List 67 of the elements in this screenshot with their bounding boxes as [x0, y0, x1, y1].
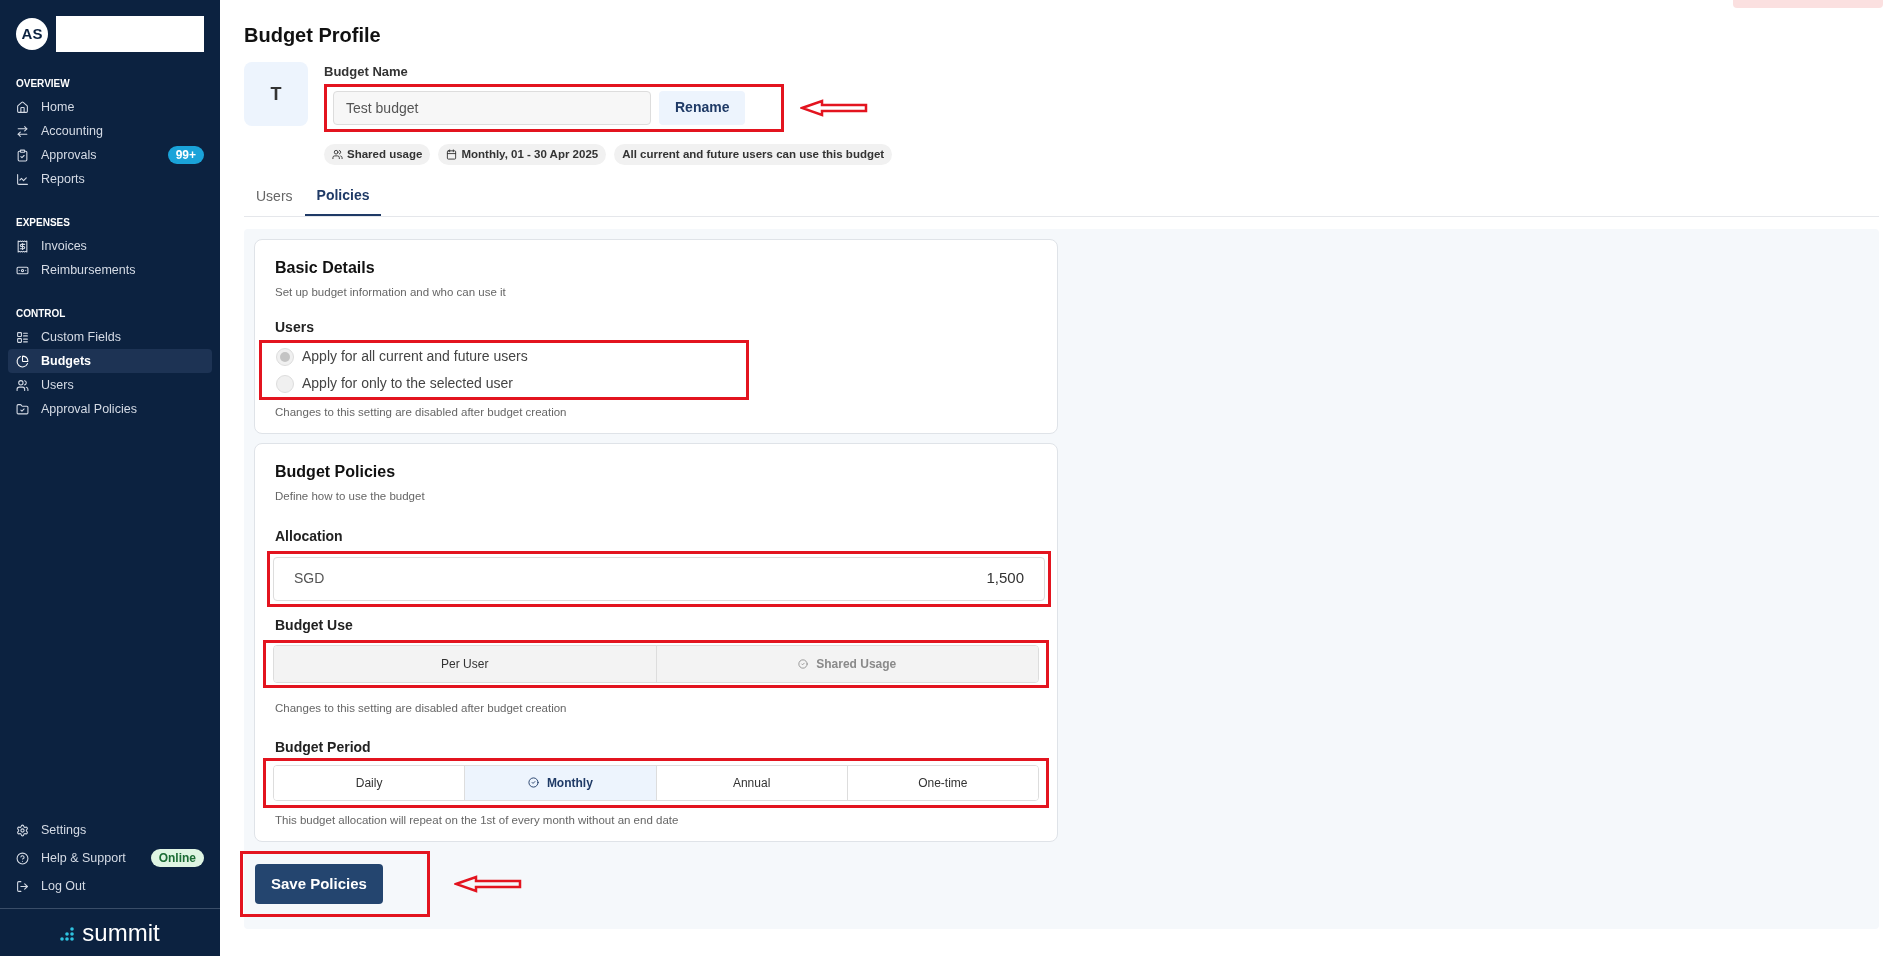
helper-text: Changes to this setting are disabled after budget creation: [275, 700, 568, 716]
nav-item[interactable]: Reports: [8, 167, 212, 191]
top-button[interactable]: [1733, 0, 1883, 8]
info-chip: Shared usage: [324, 143, 431, 165]
budget-avatar: T: [244, 62, 308, 126]
nav-item[interactable]: Budgets: [8, 349, 212, 373]
segment-option[interactable]: Daily: [274, 765, 466, 800]
budget-name-field[interactable]: Test budget: [333, 90, 651, 125]
rename-button[interactable]: Rename: [659, 90, 746, 125]
folder-icon: [16, 402, 29, 416]
status-badge: Online: [150, 849, 204, 867]
helper-text: This budget allocation will repeat on the 1st of every month without an end date: [275, 812, 680, 828]
help-icon: [16, 851, 29, 865]
currency-label: SGD: [294, 569, 325, 588]
field-label: Allocation: [275, 526, 344, 546]
info-chip: Monthly, 01 - 30 Apr 2025: [438, 143, 607, 165]
info-chip: All current and future users can use this budget: [614, 143, 893, 165]
pie-chart-icon: [16, 354, 29, 368]
arrow-annotation: [454, 875, 522, 893]
card-subtitle: Set up budget information and who can use it: [275, 284, 507, 300]
card-title: Basic Details: [275, 257, 376, 278]
chart-icon: [16, 172, 29, 186]
logo-text: summit: [82, 920, 160, 945]
nav-item[interactable]: Users: [8, 373, 212, 397]
check-icon: [527, 777, 539, 789]
nav-item[interactable]: Help & Support Online: [8, 844, 212, 872]
users-icon: [16, 378, 29, 392]
field-label: Users: [275, 318, 315, 337]
arrows-icon: [16, 124, 29, 138]
helper-text: Changes to this setting are disabled after budget creation: [275, 405, 568, 420]
settings-icon: [16, 823, 29, 837]
save-policies-button[interactable]: Save Policies: [255, 864, 383, 904]
nav-item[interactable]: Invoices: [8, 234, 212, 258]
allocation-field[interactable]: SGD 1,500: [273, 556, 1045, 601]
field-label: Budget Name: [324, 63, 409, 81]
nav-item[interactable]: Approval Policies: [8, 397, 212, 421]
amount-value: 1,500: [986, 568, 1024, 589]
field-label: Budget Use: [275, 615, 354, 635]
tab[interactable]: Policies: [304, 176, 382, 216]
nav-item[interactable]: Approvals 99+: [8, 143, 212, 167]
field-label: Budget Period: [275, 737, 372, 757]
clipboard-icon: [16, 148, 29, 162]
nav-item[interactable]: Reimbursements: [8, 258, 212, 282]
count-badge: 99+: [167, 146, 204, 164]
nav-item[interactable]: Custom Fields: [8, 325, 212, 349]
card-title: Budget Policies: [275, 462, 397, 483]
logo-dots-icon: [60, 924, 75, 941]
section-heading: OVERVIEW: [15, 77, 71, 91]
receipt-icon: [16, 239, 29, 253]
check-icon: [798, 658, 809, 669]
nav-item[interactable]: Home: [8, 95, 212, 119]
users-icon: [332, 148, 343, 160]
page-title: Budget Profile: [244, 23, 382, 48]
logout-icon: [16, 879, 29, 893]
tab[interactable]: Users: [244, 176, 305, 216]
nav-item[interactable]: Settings: [8, 816, 212, 844]
section-heading: CONTROL: [15, 307, 67, 321]
list-icon: [16, 330, 29, 344]
nav-item[interactable]: Accounting: [8, 119, 212, 143]
section-heading: EXPENSES: [15, 216, 71, 230]
user-avatar[interactable]: AS: [16, 18, 48, 50]
segment-option[interactable]: Monthly: [465, 765, 657, 800]
calendar-icon: [446, 148, 458, 160]
arrow-annotation: [800, 98, 868, 117]
nav-item[interactable]: Log Out: [8, 872, 212, 900]
card-subtitle: Define how to use the budget: [275, 489, 426, 505]
home-icon: [16, 100, 29, 114]
